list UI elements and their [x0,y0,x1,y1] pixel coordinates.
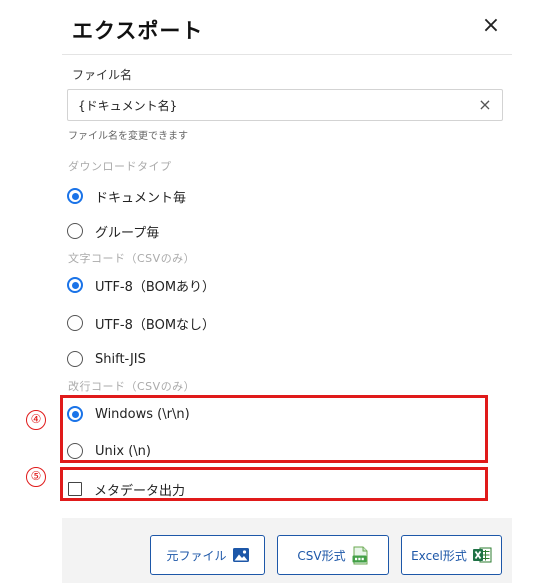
radio-windows-newline[interactable]: Windows (\r\n) [67,402,190,426]
dialog-title: エクスポート [72,19,204,43]
radio-utf8-no-bom[interactable]: UTF-8（BOMなし） [67,311,215,335]
download-type-label: ダウンロードタイプ [68,160,172,173]
radio-unselected-icon [67,315,83,331]
filename-helper: ファイル名を変更できます [68,131,188,142]
header-divider [62,54,512,55]
radio-shift-jis[interactable]: Shift-JIS [67,347,146,371]
csv-file-icon [352,546,368,564]
close-icon[interactable]: × [478,11,504,41]
option-label: Unix (\n) [95,443,151,459]
original-file-button[interactable]: 元ファイル [150,535,265,575]
filename-label: ファイル名 [72,68,133,82]
excel-icon [472,547,492,563]
checkbox-icon [68,482,82,496]
encoding-label: 文字コード（CSVのみ） [68,252,196,265]
option-label: UTF-8（BOMなし） [95,317,216,333]
annotation-marker-5: ⑤ [26,467,46,487]
radio-utf8-bom[interactable]: UTF-8（BOMあり） [67,273,215,297]
option-label: Windows (\r\n) [95,406,190,422]
option-label: ドキュメント毎 [95,190,187,206]
radio-unselected-icon [67,351,83,367]
radio-selected-icon [67,188,83,204]
radio-unselected-icon [67,223,83,239]
radio-unix-newline[interactable]: Unix (\n) [67,439,151,463]
image-icon [232,548,249,562]
radio-selected-icon [67,277,83,293]
radio-per-group[interactable]: グループ毎 [67,219,159,243]
metadata-checkbox[interactable]: メタデータ出力 [67,477,185,501]
filename-field: × [67,89,503,121]
radio-selected-icon [67,406,83,422]
button-label: 元ファイル [166,548,227,563]
annotation-marker-4: ④ [26,410,46,430]
button-label: CSV形式 [297,548,346,563]
option-label: メタデータ出力 [94,483,186,499]
clear-icon[interactable]: × [476,95,494,115]
filename-input[interactable] [78,90,468,120]
button-label: Excel形式 [411,548,467,563]
radio-unselected-icon [67,443,83,459]
option-label: Shift-JIS [95,351,146,367]
option-label: グループ毎 [95,225,160,241]
excel-export-button[interactable]: Excel形式 [401,535,502,575]
csv-export-button[interactable]: CSV形式 [277,535,389,575]
option-label: UTF-8（BOMあり） [95,279,216,295]
radio-per-document[interactable]: ドキュメント毎 [67,184,186,208]
newline-label: 改行コード（CSVのみ） [68,380,196,393]
